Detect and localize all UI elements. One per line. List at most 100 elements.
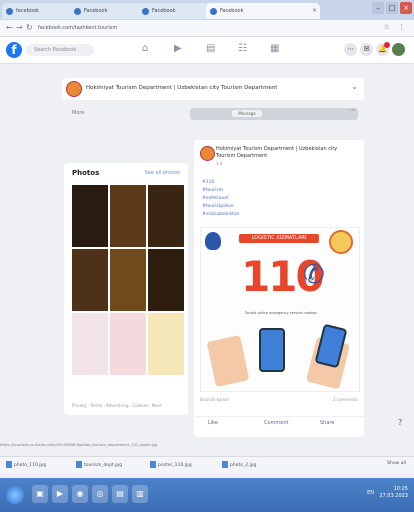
hashtag[interactable]: #touristpolice	[202, 204, 234, 209]
file-icon	[76, 461, 82, 468]
favicon-icon	[74, 8, 81, 15]
clock[interactable]: 10:25 27.03.2023	[379, 486, 408, 500]
clock-date: 27.03.2023	[379, 493, 408, 499]
file-icon	[150, 461, 156, 468]
file-icon	[6, 461, 12, 468]
browser-toolbar-icons[interactable]: ☆ ⋮	[383, 23, 408, 31]
notification-badge	[384, 42, 390, 48]
photo-thumbnail[interactable]	[110, 249, 146, 311]
address-bar: ← → ↻ facebook.com/tashkent.tourism ☆ ⋮	[0, 20, 414, 37]
more-options-icon[interactable]: ⋯	[349, 106, 356, 114]
browser-tab-strip: facebook× Facebook× Facebook× Facebook× …	[0, 0, 414, 20]
photos-title: Photos	[72, 169, 100, 177]
page-title[interactable]: Hokimiyat Tourism Department | Uzbekista…	[86, 85, 277, 91]
phone-illustration	[259, 328, 285, 372]
groups-icon[interactable]: ☷	[238, 43, 247, 54]
media-player-icon[interactable]: ▶	[52, 485, 68, 503]
hashtag[interactable]: #visituzbekistan	[202, 212, 239, 217]
reactions-count[interactable]: Ishonch kanali	[200, 397, 229, 402]
photo-thumbnail[interactable]	[148, 249, 184, 311]
police-emblem-icon	[205, 232, 221, 250]
poster-heading: LOGISTIC XIZMATLARI	[239, 234, 319, 243]
download-item[interactable]: photo_2.jpg	[222, 461, 257, 468]
photo-thumbnail[interactable]	[72, 249, 108, 311]
downloads-bar: photo_110.jpg tourism_dept.jpg poster_11…	[0, 456, 414, 473]
post-stats: Ishonch kanali 2 comments	[200, 397, 358, 402]
favicon-icon	[142, 8, 149, 15]
download-item[interactable]: photo_110.jpg	[6, 461, 46, 468]
chevron-down-icon[interactable]: ⌄	[351, 82, 358, 91]
post-image[interactable]: LOGISTIC XIZMATLARI 110 ✆ Tourist police…	[200, 227, 360, 392]
tab-label: Facebook	[84, 8, 108, 14]
file-icon	[222, 461, 228, 468]
hashtag[interactable]: #110	[202, 180, 214, 185]
see-all-photos-link[interactable]: See all photos	[145, 170, 180, 176]
status-url: https://scontent.xx.fbcdn.net/v/t39.3080…	[0, 443, 158, 447]
chrome-icon[interactable]: ◎	[92, 485, 108, 503]
back-icon[interactable]: ←	[6, 23, 13, 32]
maximize-icon[interactable]: □	[386, 2, 398, 14]
photo-thumbnail[interactable]	[72, 313, 108, 375]
post-timestamp[interactable]: 3 d	[216, 161, 222, 166]
phone-icon: ✆	[303, 260, 325, 290]
window-close-icon[interactable]: ×	[400, 2, 412, 14]
tab-label: Facebook	[152, 8, 176, 14]
comment-button[interactable]: Comment	[264, 420, 289, 426]
help-icon[interactable]: ?	[398, 418, 402, 427]
more-tab[interactable]: More	[72, 110, 84, 116]
app-icon[interactable]: ▥	[132, 485, 148, 503]
minimize-icon[interactable]: –	[372, 2, 384, 14]
post-author-avatar[interactable]	[200, 146, 215, 161]
photo-thumbnail[interactable]	[148, 313, 184, 375]
reload-icon[interactable]: ↻	[26, 23, 33, 32]
tab-label: facebook	[16, 8, 39, 14]
messenger-icon[interactable]: ✉	[360, 43, 373, 56]
tab-label: Facebook	[220, 8, 244, 14]
start-button[interactable]	[6, 486, 24, 504]
comments-count[interactable]: 2 comments	[333, 397, 358, 402]
explorer-icon[interactable]: ▣	[32, 485, 48, 503]
hand-illustration	[206, 334, 250, 388]
share-button[interactable]: Share	[320, 420, 334, 426]
hashtag[interactable]: #safetravel	[202, 196, 228, 201]
browser-icon[interactable]: ◉	[72, 485, 88, 503]
clock-time: 10:25	[393, 486, 408, 492]
like-button[interactable]: Like	[208, 420, 218, 426]
page-action-bar: Message	[190, 108, 358, 120]
show-all-downloads-button[interactable]: Show all	[387, 461, 406, 466]
app-icon[interactable]: ▤	[112, 485, 128, 503]
post-author[interactable]: Hokimiyat Tourism Department | Uzbekista…	[216, 146, 358, 160]
close-tab-icon[interactable]: ×	[312, 3, 317, 19]
footer-links[interactable]: Privacy · Terms · Advertising · Cookies …	[72, 403, 162, 408]
forward-icon[interactable]: →	[16, 23, 23, 32]
search-input[interactable]: Search Facebook	[26, 44, 94, 56]
facebook-logo[interactable]: f	[6, 42, 22, 58]
page-profile-picture[interactable]	[66, 81, 82, 97]
url-field[interactable]: facebook.com/tashkent.tourism	[38, 23, 158, 33]
browser-tab-active[interactable]: Facebook ×	[206, 3, 320, 19]
page-header: Hokimiyat Tourism Department | Uzbekista…	[62, 78, 364, 100]
system-tray[interactable]: EN	[367, 490, 374, 496]
avatar[interactable]	[392, 43, 405, 56]
marketplace-icon[interactable]: ▤	[206, 43, 215, 54]
window-controls: – □ ×	[372, 2, 412, 16]
home-icon[interactable]: ⌂	[142, 43, 148, 54]
message-button[interactable]: Message	[232, 110, 262, 117]
gaming-icon[interactable]: ▦	[270, 43, 279, 54]
photo-thumbnail[interactable]	[110, 313, 146, 375]
taskbar: ▣ ▶ ◉ ◎ ▤ ▥ EN 10:25 27.03.2023	[0, 478, 414, 512]
poster-text: Tourist police emergency service number	[244, 311, 318, 315]
favicon-icon	[210, 8, 217, 15]
facebook-header: f Search Facebook ⌂ ▶ ▤ ☷ ▦ ⋯ ✉ 🔔	[0, 37, 414, 64]
tourism-logo-icon	[329, 230, 353, 254]
menu-icon[interactable]: ⋯	[344, 43, 357, 56]
watch-icon[interactable]: ▶	[174, 43, 182, 54]
hashtag[interactable]: #tourism	[202, 188, 223, 193]
post-actions: Like Comment Share	[194, 416, 364, 431]
photo-thumbnail[interactable]	[148, 185, 184, 247]
download-item[interactable]: poster_110.jpg	[150, 461, 192, 468]
photo-thumbnail[interactable]	[110, 185, 146, 247]
photo-thumbnail[interactable]	[72, 185, 108, 247]
page-action-row: More Message ⋯	[62, 106, 364, 122]
download-item[interactable]: tourism_dept.jpg	[76, 461, 122, 468]
